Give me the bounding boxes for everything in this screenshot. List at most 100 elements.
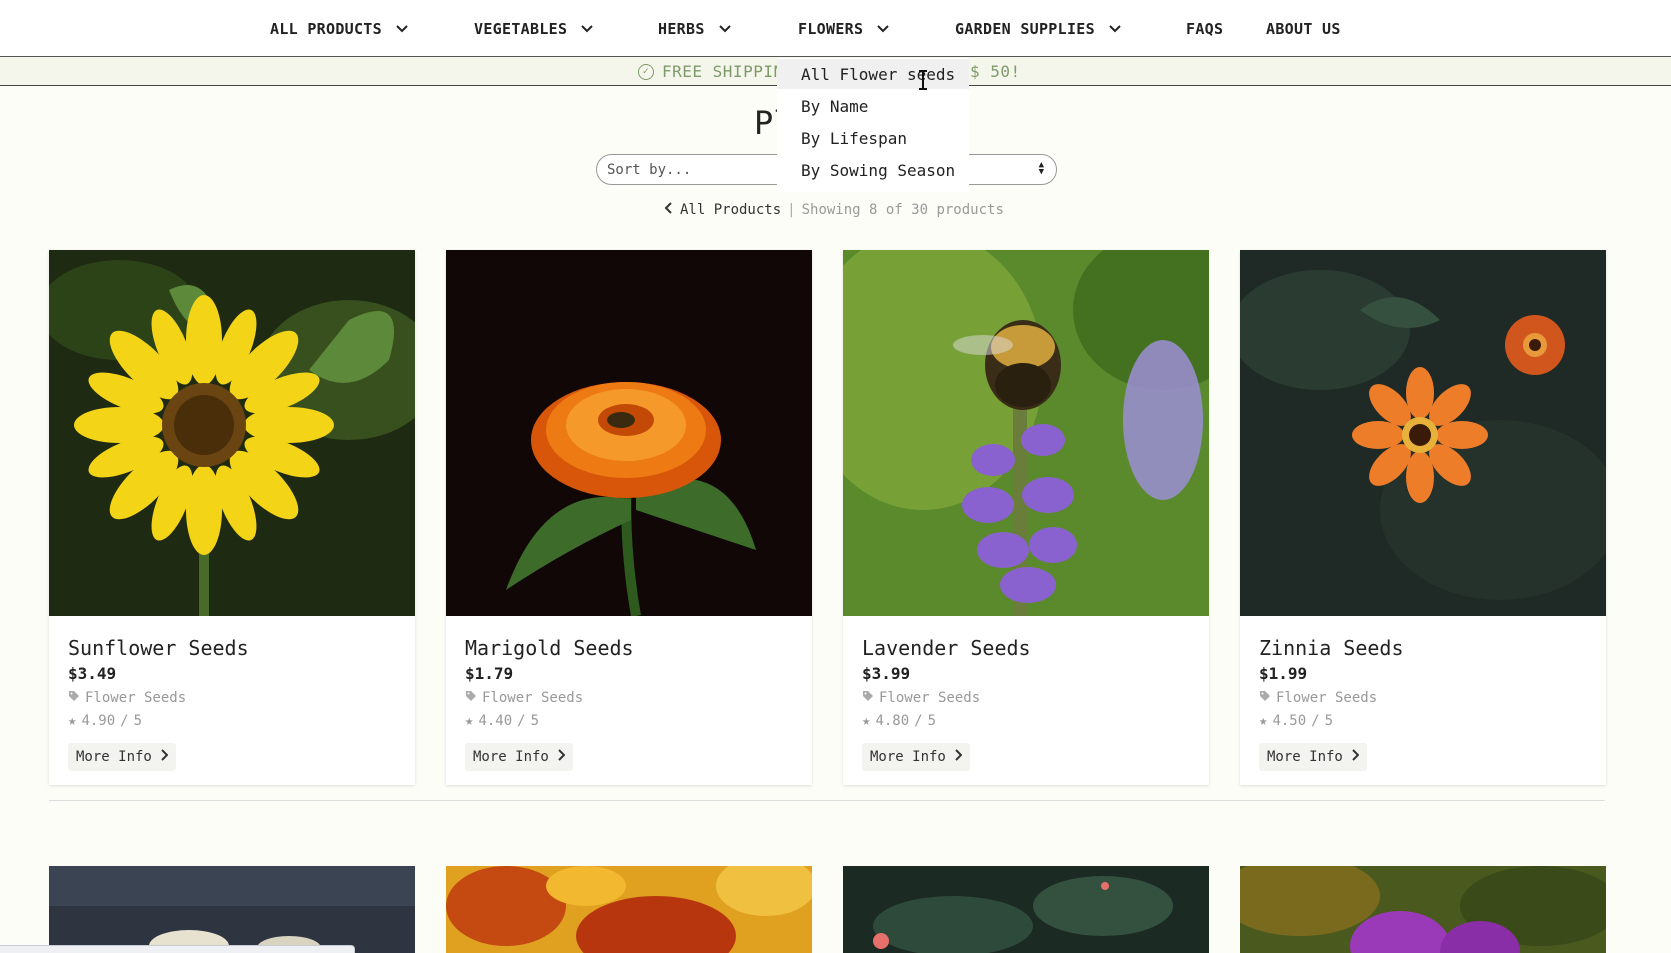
flowers-dropdown-menu: All Flower seeds By Name By Lifespan By … — [777, 58, 969, 192]
tag-icon — [1259, 690, 1271, 706]
nav-label: ALL PRODUCTS — [270, 20, 382, 38]
rating-separator: / — [1311, 713, 1320, 729]
tag-icon — [465, 690, 477, 706]
chevron-right-icon — [557, 749, 566, 765]
dropdown-item-all-flower-seeds[interactable]: All Flower seeds — [777, 59, 969, 89]
product-name[interactable]: Zinnia Seeds — [1259, 636, 1404, 660]
sort-placeholder: Sort by... — [607, 161, 692, 178]
product-image-zinnia[interactable] — [1240, 250, 1606, 616]
rating-max: 5 — [927, 713, 937, 729]
star-icon: ★ — [1259, 713, 1268, 729]
product-price: $3.49 — [68, 664, 117, 683]
nav-label: FAQS — [1186, 20, 1224, 38]
nav-all-products[interactable]: ALL PRODUCTS — [270, 18, 410, 40]
more-info-button[interactable]: More Info — [1259, 743, 1367, 771]
rating-value: 4.90 — [81, 713, 116, 729]
banner-left: ✓ FREE SHIPPING — [638, 62, 794, 81]
product-category: Flower Seeds — [68, 690, 186, 706]
more-info-label: More Info — [1267, 749, 1343, 765]
product-price: $3.99 — [862, 664, 911, 683]
more-info-label: More Info — [870, 749, 946, 765]
browser-status-bar — [0, 945, 355, 953]
tag-icon — [68, 690, 80, 706]
nav-garden-supplies[interactable]: GARDEN SUPPLIES — [955, 18, 1123, 40]
rating-max: 5 — [1324, 713, 1334, 729]
chevron-down-icon — [579, 21, 595, 37]
star-icon: ★ — [862, 713, 871, 729]
nav-flowers[interactable]: FLOWERS — [798, 18, 891, 40]
rating-separator: / — [914, 713, 923, 729]
rating-value: 4.80 — [875, 713, 910, 729]
nav-label: ABOUT US — [1266, 20, 1341, 38]
product-image-partial[interactable] — [446, 866, 812, 953]
product-image-partial[interactable] — [1240, 866, 1606, 953]
breadcrumb-separator: | — [787, 202, 796, 218]
dropdown-item-by-name[interactable]: By Name — [777, 91, 969, 121]
product-image-lavender[interactable] — [843, 250, 1209, 616]
rating-value: 4.40 — [478, 713, 513, 729]
more-info-button[interactable]: More Info — [465, 743, 573, 771]
dropdown-item-by-sowing-season[interactable]: By Sowing Season — [777, 155, 969, 185]
nav-label: VEGETABLES — [474, 20, 568, 38]
nav-about-us[interactable]: ABOUT US — [1266, 18, 1341, 40]
chevron-left-icon — [664, 202, 674, 218]
back-to-all-products-link[interactable]: All Products — [680, 202, 781, 218]
product-rating: ★ 4.50 / 5 — [1259, 713, 1333, 729]
rating-max: 5 — [133, 713, 143, 729]
nav-faqs[interactable]: FAQS — [1186, 18, 1223, 40]
product-image-sunflower[interactable] — [49, 250, 415, 616]
product-rating: ★ 4.80 / 5 — [862, 713, 936, 729]
product-rating: ★ 4.90 / 5 — [68, 713, 142, 729]
check-circle-icon: ✓ — [638, 63, 654, 80]
rating-value: 4.50 — [1272, 713, 1307, 729]
category-label: Flower Seeds — [879, 690, 981, 706]
nav-vegetables[interactable]: VEGETABLES — [474, 18, 595, 40]
product-image-partial[interactable] — [843, 866, 1209, 953]
product-image-marigold[interactable] — [446, 250, 812, 616]
breadcrumb: All Products | Showing 8 of 30 products — [664, 202, 1004, 218]
chevron-down-icon — [1107, 21, 1123, 37]
chevron-right-icon — [1351, 749, 1360, 765]
chevron-down-icon — [394, 21, 410, 37]
top-navigation: ALL PRODUCTS VEGETABLES HERBS FLOWERS GA… — [0, 0, 1671, 57]
banner-text: FREE SHIPPING — [662, 62, 794, 81]
chevron-right-icon — [954, 749, 963, 765]
product-image-partial[interactable] — [49, 866, 415, 953]
product-category: Flower Seeds — [862, 690, 980, 706]
product-rating: ★ 4.40 / 5 — [465, 713, 539, 729]
chevron-down-icon — [717, 21, 733, 37]
product-category: Flower Seeds — [465, 690, 583, 706]
dropdown-item-by-lifespan[interactable]: By Lifespan — [777, 123, 969, 153]
star-icon: ★ — [68, 713, 77, 729]
category-label: Flower Seeds — [482, 690, 584, 706]
nav-herbs[interactable]: HERBS — [658, 18, 733, 40]
banner-amount: $ 50! — [970, 62, 1021, 81]
nav-label: HERBS — [658, 20, 705, 38]
nav-label: GARDEN SUPPLIES — [955, 20, 1095, 38]
product-price: $1.99 — [1259, 664, 1308, 683]
more-info-label: More Info — [473, 749, 549, 765]
chevron-right-icon — [160, 749, 169, 765]
more-info-label: More Info — [76, 749, 152, 765]
product-card: Zinnia Seeds $1.99 Flower Seeds ★ 4.50 /… — [1240, 250, 1606, 785]
category-label: Flower Seeds — [85, 690, 187, 706]
product-card: Lavender Seeds $3.99 Flower Seeds ★ 4.80… — [843, 250, 1209, 785]
tag-icon — [862, 690, 874, 706]
product-name[interactable]: Sunflower Seeds — [68, 636, 249, 660]
product-name[interactable]: Lavender Seeds — [862, 636, 1031, 660]
rating-separator: / — [120, 713, 129, 729]
product-price: $1.79 — [465, 664, 514, 683]
rating-max: 5 — [530, 713, 540, 729]
row-divider — [49, 800, 1605, 801]
more-info-button[interactable]: More Info — [862, 743, 970, 771]
sort-arrows-icon: ▲ ▼ — [1038, 160, 1044, 177]
nav-label: FLOWERS — [798, 20, 864, 38]
product-count: Showing 8 of 30 products — [801, 202, 1004, 218]
category-label: Flower Seeds — [1276, 690, 1378, 706]
more-info-button[interactable]: More Info — [68, 743, 176, 771]
product-name[interactable]: Marigold Seeds — [465, 636, 634, 660]
product-category: Flower Seeds — [1259, 690, 1377, 706]
star-icon: ★ — [465, 713, 474, 729]
product-card: Marigold Seeds $1.79 Flower Seeds ★ 4.40… — [446, 250, 812, 785]
chevron-down-icon — [875, 21, 891, 37]
